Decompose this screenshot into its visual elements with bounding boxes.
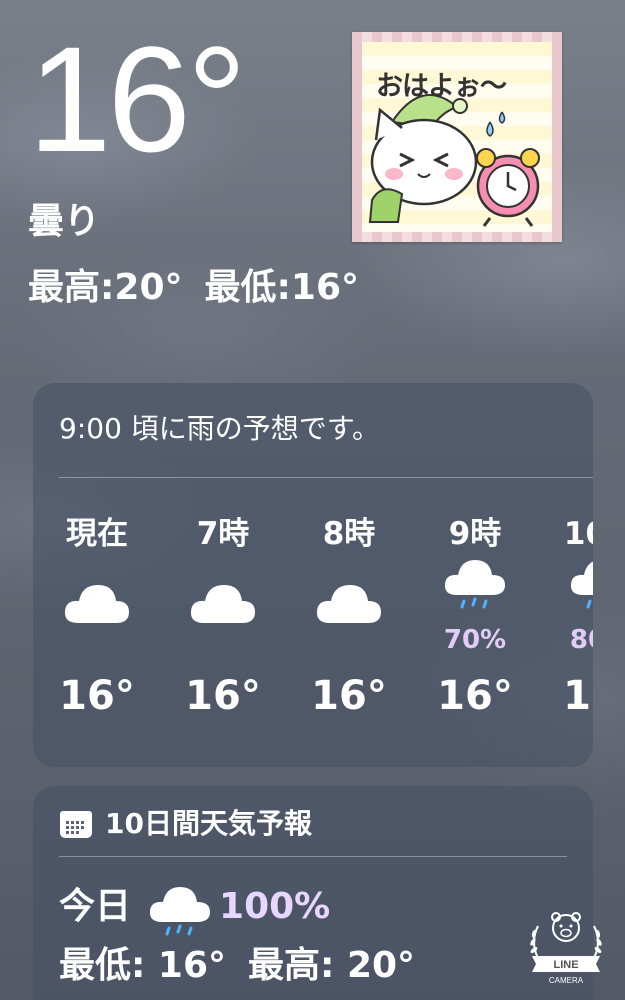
hour-temp: 16°: [59, 673, 135, 719]
svg-text:LINE: LINE: [553, 959, 578, 971]
high-temp: 最高:20°: [28, 267, 183, 308]
cloud-rain-icon: [149, 887, 211, 936]
hour-item: 8時 16°: [299, 511, 399, 723]
hour-temp: 16°: [311, 673, 387, 719]
hour-item: 7時 16°: [173, 511, 273, 723]
low-temp: 最低:16°: [204, 267, 360, 308]
cloud-rain-icon: [570, 561, 593, 609]
calendar-icon: [60, 811, 92, 838]
day-label: 今日: [59, 886, 132, 927]
daily-low: 最低: 16°: [59, 945, 227, 986]
cloud-icon: [316, 585, 381, 623]
svg-text:CAMERA: CAMERA: [549, 976, 584, 985]
cloud-rain-icon: [444, 560, 505, 609]
daily-row-today[interactable]: 今日 100%: [59, 876, 330, 938]
daily-high: 最高: 20°: [248, 945, 416, 986]
hour-temp: 16°: [437, 673, 513, 719]
hour-temp: 16°: [563, 673, 593, 719]
hourly-summary: 9:00 頃に雨の予想です。: [59, 412, 380, 445]
hour-time: 10時: [563, 516, 593, 552]
cloud-icon: [190, 585, 255, 623]
precip-chance: 80%: [569, 625, 593, 655]
daily-forecast-card[interactable]: 10日間天気予報 今日 100% 最低: 16° 最高: 20°: [33, 786, 593, 1000]
divider: [59, 856, 567, 857]
divider: [59, 477, 593, 478]
high-low: 最高:20° 最低:16°: [28, 266, 359, 310]
daily-header-label: 10日間天気予報: [105, 807, 312, 840]
line-camera-watermark: LINE CAMERA: [530, 912, 602, 985]
current-temperature: 16°: [28, 15, 247, 183]
daily-precip: 100%: [219, 886, 331, 927]
hour-time: 8時: [322, 516, 376, 552]
hourly-forecast-card[interactable]: 9:00 頃に雨の予想です。 現在 16° 7時 16° 8時 16° 9時 7…: [33, 383, 593, 767]
cat-clock-illustration: [368, 94, 540, 227]
hour-time: 7時: [196, 516, 250, 552]
condition-label: 曇り: [28, 201, 101, 242]
hour-item: 現在 16°: [47, 511, 147, 723]
hour-temp: 16°: [185, 673, 261, 719]
hour-time: 9時: [448, 516, 502, 552]
hour-item: 9時 70% 16°: [425, 511, 525, 723]
daily-hilo: 最低: 16° 最高: 20°: [59, 944, 415, 988]
hour-time: 現在: [66, 516, 128, 552]
precip-chance: 70%: [443, 625, 507, 655]
cloud-icon: [64, 585, 129, 623]
hour-item: 10時 80% 16°: [551, 511, 593, 723]
sticker-image: おはよぉ〜: [352, 32, 562, 242]
daily-header: 10日間天気予報: [59, 806, 312, 842]
